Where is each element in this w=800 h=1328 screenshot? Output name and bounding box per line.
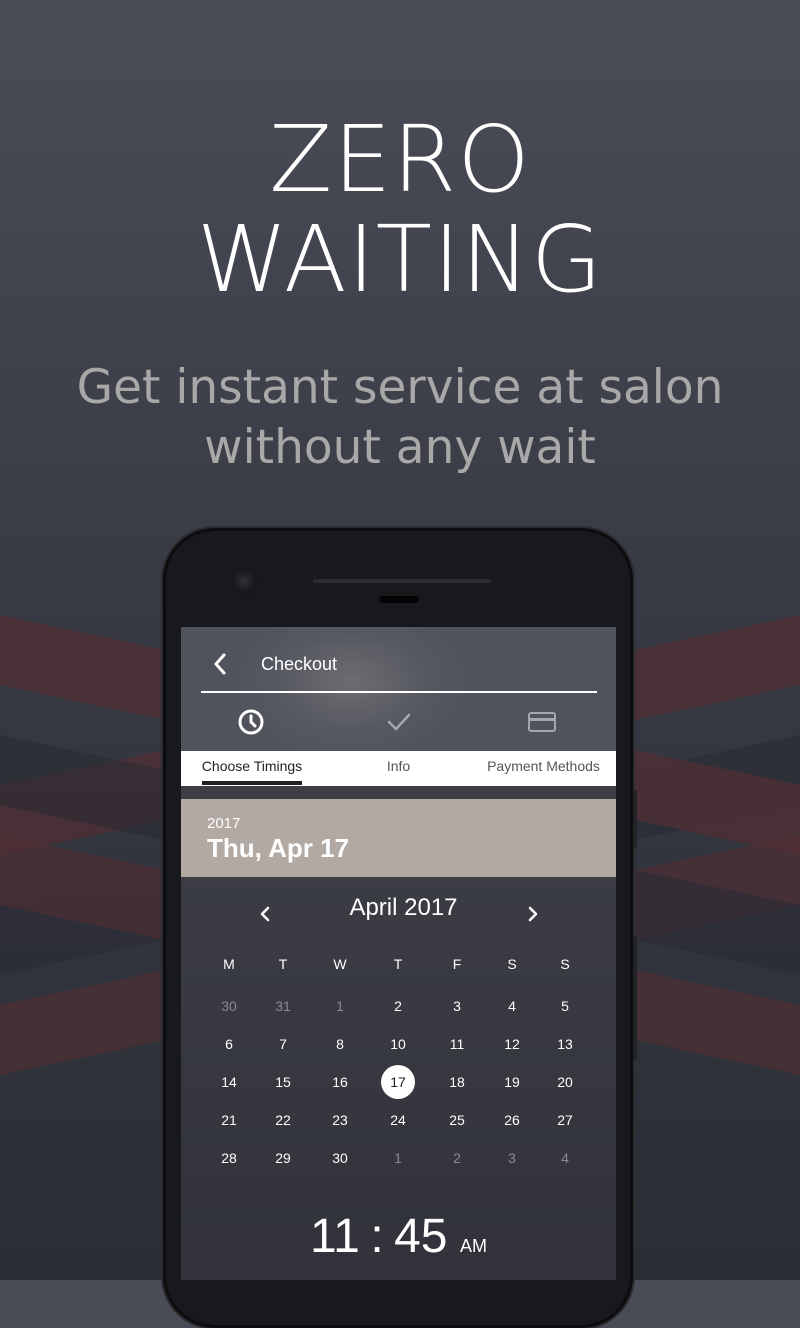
toolbar: Checkout [181,627,616,699]
weekday-label: S [507,956,517,972]
calendar-day[interactable]: 1 [378,1140,418,1176]
calendar-day[interactable]: 29 [263,1140,303,1176]
calendar-day[interactable]: 31 [263,988,303,1024]
back-button[interactable] [209,651,233,677]
calendar-day[interactable]: 28 [209,1140,249,1176]
weekday-label: F [452,956,462,972]
calendar-day[interactable]: 26 [492,1102,532,1138]
calendar-day[interactable]: 4 [545,1140,585,1176]
earpiece [379,596,419,603]
calendar-day[interactable]: 2 [378,988,418,1024]
calendar-day[interactable]: 4 [492,988,532,1024]
toolbar-title: Checkout [261,654,338,674]
promo-subtitle: Get instant service at salon without any… [0,358,800,478]
time-display: 11 : 45 AM [181,1209,616,1264]
chevron-right-icon [528,906,538,922]
step-info[interactable] [384,707,416,737]
calendar-day[interactable]: 1 [320,988,360,1024]
time-hour[interactable]: 11 [310,1210,360,1263]
calendar-day[interactable]: 11 [437,1026,477,1062]
calendar-day[interactable]: 12 [492,1026,532,1062]
check-icon [387,713,411,731]
calendar-day[interactable]: 23 [320,1102,360,1138]
weekday-label: W [333,956,347,972]
month-label: April 2017 [349,894,458,921]
calendar-day[interactable]: 16 [320,1064,360,1100]
time-separator: : [370,1210,384,1263]
front-camera [233,570,257,594]
calendar-day[interactable]: 3 [437,988,477,1024]
selected-year[interactable]: 2017 [207,815,240,832]
credit-card-icon [528,712,556,732]
weekday-label: M [223,956,235,972]
subtitle-line-1: Get instant service at salon [76,360,724,415]
weekday-label: S [560,956,570,972]
calendar-day[interactable]: 20 [545,1064,585,1100]
calendar-day[interactable]: 30 [320,1140,360,1176]
calendar-day[interactable]: 24 [378,1102,418,1138]
chevron-left-icon [214,653,226,675]
calendar-day[interactable]: 22 [263,1102,303,1138]
step-tabs: Choose Timings Info Payment Methods [181,751,616,786]
power-button [633,790,637,848]
selected-date[interactable]: Thu, Apr 17 [207,833,349,864]
calendar-day[interactable]: 19 [492,1064,532,1100]
subtitle-line-2: without any wait [204,420,596,475]
next-month-button[interactable] [521,902,545,926]
active-tab-indicator [202,781,302,785]
calendar-day[interactable]: 21 [209,1102,249,1138]
calendar-day[interactable]: 8 [320,1026,360,1062]
headline-line-1: ZERO [269,106,531,213]
clock-icon [238,709,264,735]
step-timings[interactable] [236,707,268,737]
calendar-day[interactable]: 14 [209,1064,249,1100]
tab-payment-methods[interactable]: Payment Methods [471,751,616,786]
calendar-day[interactable]: 6 [209,1026,249,1062]
time-ampm[interactable]: AM [460,1236,487,1256]
calendar-day[interactable]: 27 [545,1102,585,1138]
headline-line-2: WAITING [196,206,604,313]
tab-info[interactable]: Info [326,751,471,786]
calendar-day[interactable]: 7 [263,1026,303,1062]
step-payment[interactable] [526,707,558,737]
app-screen: Checkout Choose Timings Info Payment Met… [181,627,616,1280]
calendar-day-selected[interactable]: 17 [381,1065,415,1099]
calendar-day[interactable]: 3 [492,1140,532,1176]
calendar-day[interactable]: 18 [437,1064,477,1100]
calendar-day[interactable]: 13 [545,1026,585,1062]
calendar-day[interactable]: 15 [263,1064,303,1100]
weekday-label: T [278,956,288,972]
calendar-day[interactable]: 30 [209,988,249,1024]
calendar-day[interactable]: 25 [437,1102,477,1138]
calendar-day[interactable]: 5 [545,988,585,1024]
weekday-label: T [393,956,403,972]
time-minute[interactable]: 45 [394,1210,447,1263]
calendar-day[interactable]: 2 [437,1140,477,1176]
calendar-day[interactable]: 10 [378,1026,418,1062]
volume-button [633,935,637,1060]
promo-headline: ZERO WAITING [0,110,800,310]
date-header: 2017 Thu, Apr 17 [181,799,616,877]
toolbar-divider [201,691,597,693]
speaker-grill [313,579,491,583]
